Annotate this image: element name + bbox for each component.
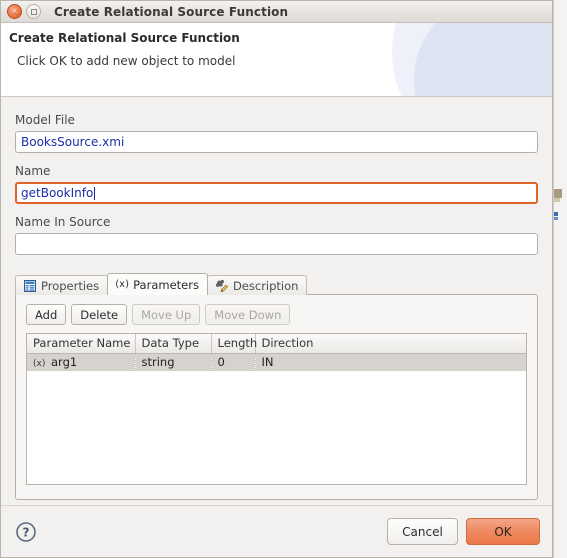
tab-description-label: Description	[232, 278, 299, 293]
wizard-banner: Create Relational Source Function Click …	[1, 23, 552, 97]
model-file-input[interactable]: BooksSource.xmi	[15, 131, 538, 153]
name-value: getBookInfo	[21, 186, 94, 200]
cell-parameter-name-text: arg1	[51, 355, 78, 370]
tab-bar: Properties (x) Parameters Description	[15, 273, 538, 295]
ok-button[interactable]: OK	[466, 518, 540, 545]
cancel-button[interactable]: Cancel	[387, 518, 458, 545]
close-icon[interactable]: ✕	[7, 4, 22, 19]
tab-properties-label: Properties	[41, 278, 100, 293]
tab-parameters-label: Parameters	[133, 277, 199, 292]
background-artifact	[554, 212, 558, 216]
background-artifact	[554, 198, 560, 202]
move-down-button: Move Down	[205, 304, 291, 325]
name-in-source-input[interactable]	[15, 233, 538, 255]
name-in-source-label: Name In Source	[15, 215, 111, 229]
tab-properties[interactable]: Properties	[15, 275, 109, 295]
column-header-direction[interactable]: Direction	[255, 334, 526, 354]
tab-description[interactable]: Description	[206, 275, 308, 295]
table-header-row: Parameter Name Data Type Length Directio…	[27, 334, 526, 354]
description-pencil-icon	[215, 279, 229, 293]
parameter-icon: (x)	[115, 278, 129, 290]
help-question-icon[interactable]: ?	[15, 521, 37, 543]
title-bar: ✕ Create Relational Source Function	[1, 1, 552, 23]
parameter-toolbar: Add Delete Move Up Move Down	[26, 304, 527, 325]
dialog-body: Model File BooksSource.xmi Name getBookI…	[1, 97, 552, 505]
model-file-value: BooksSource.xmi	[21, 135, 125, 149]
add-button[interactable]: Add	[26, 304, 67, 325]
table-row[interactable]: (x) arg1 string 0 IN	[27, 353, 526, 371]
column-header-parameter-name[interactable]: Parameter Name	[27, 334, 136, 354]
svg-text:?: ?	[23, 525, 30, 539]
model-file-label: Model File	[15, 113, 75, 127]
cell-length[interactable]: 0	[211, 353, 256, 371]
maximize-icon[interactable]	[26, 4, 41, 19]
background-artifact	[554, 189, 562, 198]
cell-direction[interactable]: IN	[255, 353, 526, 371]
name-input[interactable]: getBookInfo	[15, 182, 538, 204]
column-header-length[interactable]: Length	[211, 334, 257, 354]
column-header-data-type[interactable]: Data Type	[135, 334, 212, 354]
parameters-table-container[interactable]: Parameter Name Data Type Length Directio…	[26, 333, 527, 485]
cell-data-type[interactable]: string	[135, 353, 212, 371]
table-properties-icon	[23, 279, 37, 293]
background-artifact	[554, 217, 558, 220]
banner-subtitle: Click OK to add new object to model	[17, 54, 236, 68]
cell-parameter-name[interactable]: (x) arg1	[27, 353, 136, 371]
parameters-table: Parameter Name Data Type Length Directio…	[27, 334, 526, 371]
name-label: Name	[15, 164, 51, 178]
background-window-strip	[553, 0, 567, 558]
delete-button[interactable]: Delete	[71, 304, 128, 325]
text-caret	[94, 186, 96, 200]
tab-parameters[interactable]: (x) Parameters	[107, 273, 208, 295]
parameter-icon: (x)	[33, 359, 46, 370]
banner-title: Create Relational Source Function	[9, 31, 240, 45]
window-title: Create Relational Source Function	[54, 4, 289, 19]
parameters-panel: Add Delete Move Up Move Down Parameter N	[15, 294, 538, 500]
dialog-window: ✕ Create Relational Source Function Crea…	[0, 0, 553, 558]
move-up-button: Move Up	[132, 304, 201, 325]
dialog-footer: ? Cancel OK	[1, 505, 552, 557]
